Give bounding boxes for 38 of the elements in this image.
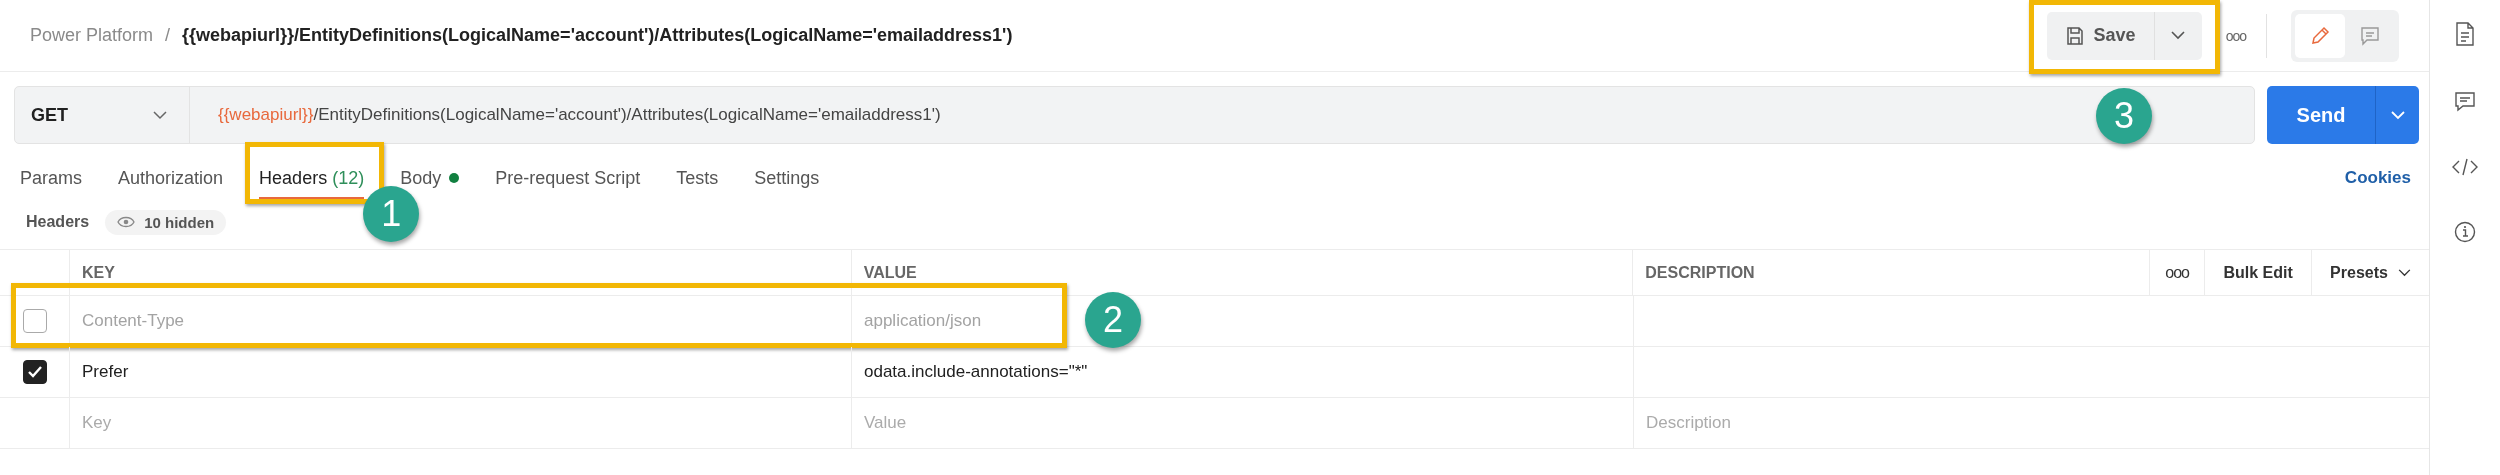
request-tab[interactable]: Tests	[676, 156, 719, 200]
breadcrumb-separator: /	[165, 25, 171, 46]
callout-number: 1	[363, 186, 420, 242]
comment-icon[interactable]	[2454, 91, 2476, 113]
presets-dropdown[interactable]: Presets	[2312, 250, 2429, 295]
checkbox[interactable]	[22, 360, 47, 384]
eye-icon	[117, 216, 136, 228]
request-tab[interactable]: Pre-request Script	[495, 156, 641, 200]
header-key[interactable]: Prefer	[82, 362, 129, 382]
checkbox[interactable]	[22, 309, 47, 333]
comment-icon	[2359, 24, 2381, 47]
callout-number: 2	[1085, 292, 1141, 348]
header-value[interactable]: odata.include-annotations="*"	[864, 362, 1088, 382]
column-header: VALUE	[863, 263, 917, 282]
request-tab[interactable]: Settings	[754, 156, 820, 200]
section-label: Headers	[26, 213, 90, 231]
request-tab[interactable]: Headers (12)	[259, 156, 365, 200]
request-tab[interactable]: Params	[20, 156, 82, 200]
bulk-edit-button[interactable]: Bulk Edit	[2205, 250, 2313, 295]
caret-icon	[2390, 110, 2405, 120]
request-name: {{webapiurl}}/EntityDefinitions(LogicalName='account')/Attributes(LogicalName='emailaddress1')	[182, 25, 1013, 46]
value-input[interactable]: Value	[864, 413, 1595, 433]
info-icon[interactable]	[2454, 221, 2476, 243]
more-button[interactable]: ooo	[2225, 27, 2246, 44]
hidden-headers-toggle[interactable]: 10 hidden	[105, 209, 227, 235]
column-header: KEY	[81, 263, 115, 282]
cookies-link[interactable]: Cookies	[2344, 168, 2411, 188]
chevron-icon	[2397, 268, 2411, 277]
code-icon[interactable]	[2452, 158, 2478, 176]
request-tab[interactable]: Authorization	[118, 156, 224, 200]
pencil-icon	[2309, 24, 2331, 47]
document-icon[interactable]	[2455, 22, 2475, 46]
checkmark-icon	[26, 365, 43, 379]
column-header: DESCRIPTION	[1645, 263, 1755, 282]
key-input[interactable]: Key	[82, 413, 813, 433]
more-button[interactable]: ooo	[2150, 250, 2206, 295]
caret-icon	[2171, 31, 2186, 40]
description-input[interactable]: Description	[1646, 413, 2390, 433]
